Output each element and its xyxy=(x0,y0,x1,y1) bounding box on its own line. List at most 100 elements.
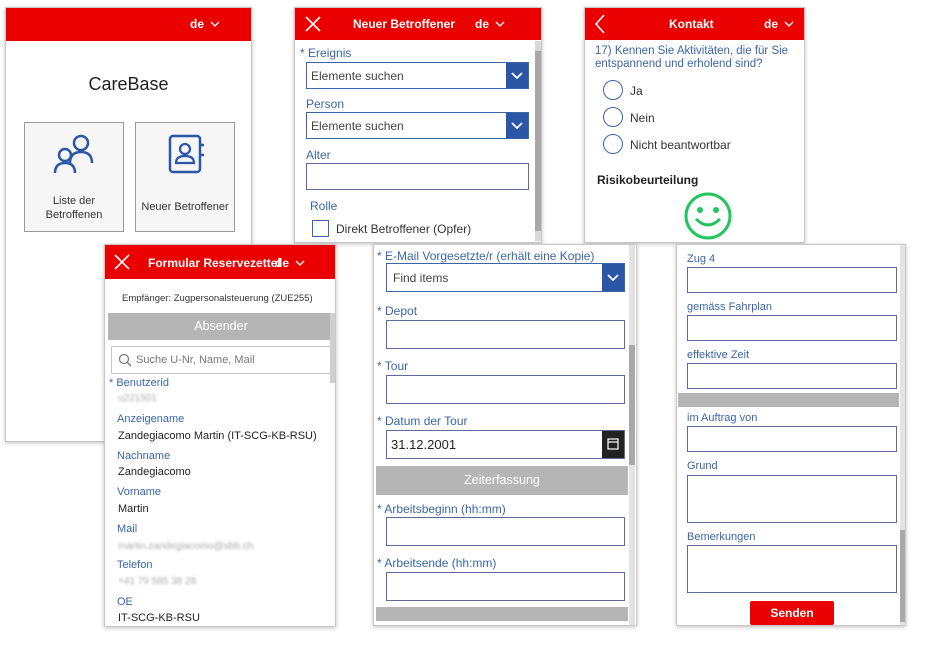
mail-label: Mail xyxy=(117,523,138,535)
scrollbar[interactable] xyxy=(900,245,905,625)
contact-questionnaire-screen: Kontakt de 17) Kennen Sie Aktivitäten, d… xyxy=(584,7,805,243)
fahrplan-label: gemäss Fahrplan xyxy=(687,301,772,313)
back-arrow-icon[interactable] xyxy=(594,14,606,34)
zug-input[interactable] xyxy=(687,267,897,293)
tile-label: Liste der Betroffenen xyxy=(45,195,103,221)
grund-textarea[interactable] xyxy=(687,475,897,523)
dropdown-toggle[interactable] xyxy=(602,264,624,291)
app-title: CareBase xyxy=(88,74,169,94)
chevron-down-icon xyxy=(511,72,523,80)
close-icon[interactable] xyxy=(114,254,130,270)
datum-value: 31.12.2001 xyxy=(391,437,457,452)
datum-input[interactable]: 31.12.2001 xyxy=(386,430,625,459)
person-label: Person xyxy=(306,97,345,111)
work-start-input[interactable] xyxy=(386,517,625,546)
datum-label: * Datum der Tour xyxy=(377,414,468,428)
option-label: Nicht beantwortbar xyxy=(630,138,731,152)
email-supervisor-label: * E-Mail Vorgesetzte/r (erhält eine Kopi… xyxy=(377,249,595,263)
nachname-label: Nachname xyxy=(117,450,171,462)
scrollbar[interactable] xyxy=(629,245,635,625)
language-label: de xyxy=(190,17,205,31)
dropdown-toggle[interactable] xyxy=(506,63,528,88)
close-icon[interactable] xyxy=(305,16,321,32)
rolle-label: Rolle xyxy=(310,199,338,213)
rolle-checkbox[interactable] xyxy=(312,220,329,237)
work-end-label: * Arbeitsende (hh:mm) xyxy=(377,556,497,570)
radio-ja[interactable] xyxy=(603,80,623,100)
list-affected-tile[interactable]: Liste der Betroffenen xyxy=(24,122,124,232)
vorname-value: Martin xyxy=(118,503,149,515)
contact-book-icon xyxy=(168,134,204,174)
benutzerid-value: u221501 xyxy=(118,393,157,404)
person-dropdown[interactable]: Elemente suchen xyxy=(306,112,529,139)
scrollbar[interactable] xyxy=(330,313,335,383)
work-start-label: * Arbeitsbeginn (hh:mm) xyxy=(377,502,506,516)
anzeigename-label: Anzeigename xyxy=(117,413,185,425)
radio-nein[interactable] xyxy=(603,107,623,127)
benutzerid-label: * Benutzerid xyxy=(109,377,169,389)
chevron-down-icon xyxy=(210,21,220,27)
work-end-input[interactable] xyxy=(386,572,625,601)
effektiv-label: effektive Zeit xyxy=(687,349,750,361)
option-label: Nein xyxy=(630,111,655,125)
bemerkungen-textarea[interactable] xyxy=(687,545,897,593)
chevron-down-icon xyxy=(607,274,619,282)
language-selector[interactable]: de xyxy=(764,17,794,31)
telefon-label: Telefon xyxy=(117,559,153,571)
radio-nicht-beantwortbar[interactable] xyxy=(603,134,623,154)
sender-search-input[interactable]: Suche U-Nr, Name, Mail xyxy=(111,346,332,374)
reservation-form-screen: Formular Reservezettel de Empfänger: Zug… xyxy=(104,244,336,627)
smiley-icon[interactable] xyxy=(683,191,733,241)
screen-title: Kontakt xyxy=(669,17,714,31)
search-icon xyxy=(118,353,132,367)
section-divider xyxy=(376,607,628,621)
depot-label: * Depot xyxy=(377,304,418,318)
fahrplan-input[interactable] xyxy=(687,315,897,341)
sender-section-header: Absender xyxy=(108,313,334,340)
header-bar: Neuer Betroffener de xyxy=(295,8,541,40)
reservation-form-end-screen: Zug 4 gemäss Fahrplan effektive Zeit im … xyxy=(676,244,906,626)
chevron-down-icon xyxy=(495,21,505,27)
language-label: de xyxy=(275,256,290,270)
effektiv-input[interactable] xyxy=(687,363,897,389)
tour-input[interactable] xyxy=(386,375,625,404)
recipient-text: Empfänger: Zugpersonalsteuerung (ZUE255) xyxy=(122,293,313,304)
email-supervisor-dropdown[interactable]: Find items xyxy=(386,263,625,292)
depot-input[interactable] xyxy=(386,320,625,349)
question-text: 17) Kennen Sie Aktivitäten, die für Sie … xyxy=(595,45,789,70)
grund-label: Grund xyxy=(687,460,718,472)
oe-value: IT-SCG-KB-RSU xyxy=(118,612,200,624)
screen-title: Neuer Betroffener xyxy=(353,17,456,31)
tour-label: * Tour xyxy=(377,359,409,373)
tile-label: Neuer Betroffener xyxy=(141,201,229,213)
calendar-button[interactable] xyxy=(602,431,624,458)
new-affected-tile[interactable]: Neuer Betroffener xyxy=(135,122,235,232)
alter-input[interactable] xyxy=(306,163,529,190)
vorname-label: Vorname xyxy=(117,486,162,498)
ereignis-dropdown[interactable]: Elemente suchen xyxy=(306,62,529,89)
bemerkungen-label: Bemerkungen xyxy=(687,531,756,543)
language-selector[interactable]: de xyxy=(275,256,305,270)
language-label: de xyxy=(764,17,779,31)
chevron-down-icon xyxy=(511,122,523,130)
dropdown-placeholder: Elemente suchen xyxy=(311,69,404,83)
chevron-down-icon xyxy=(295,260,305,266)
language-label: de xyxy=(475,17,490,31)
header-bar: Formular Reservezettel de xyxy=(105,245,335,279)
header-bar: Kontakt de xyxy=(585,8,804,40)
search-placeholder: Suche U-Nr, Name, Mail xyxy=(136,354,255,366)
dropdown-placeholder: Elemente suchen xyxy=(311,119,404,133)
reservation-form-middle-screen: * E-Mail Vorgesetzte/r (erhält eine Kopi… xyxy=(373,244,637,626)
auftrag-input[interactable] xyxy=(687,426,897,452)
calendar-icon xyxy=(607,438,619,450)
anzeigename-value: Zandegiacomo Martin (IT-SCG-KB-RSU) xyxy=(118,430,317,442)
screen-title: Formular Reservezettel xyxy=(148,256,281,270)
auftrag-label: im Auftrag von xyxy=(687,412,758,424)
send-button[interactable]: Senden xyxy=(750,601,834,625)
dropdown-toggle[interactable] xyxy=(506,113,528,138)
scrollbar[interactable] xyxy=(535,41,541,241)
chevron-down-icon xyxy=(784,21,794,27)
language-selector[interactable]: de xyxy=(190,17,220,31)
rolle-option-label: Direkt Betroffener (Opfer) xyxy=(336,222,472,236)
language-selector[interactable]: de xyxy=(475,17,505,31)
